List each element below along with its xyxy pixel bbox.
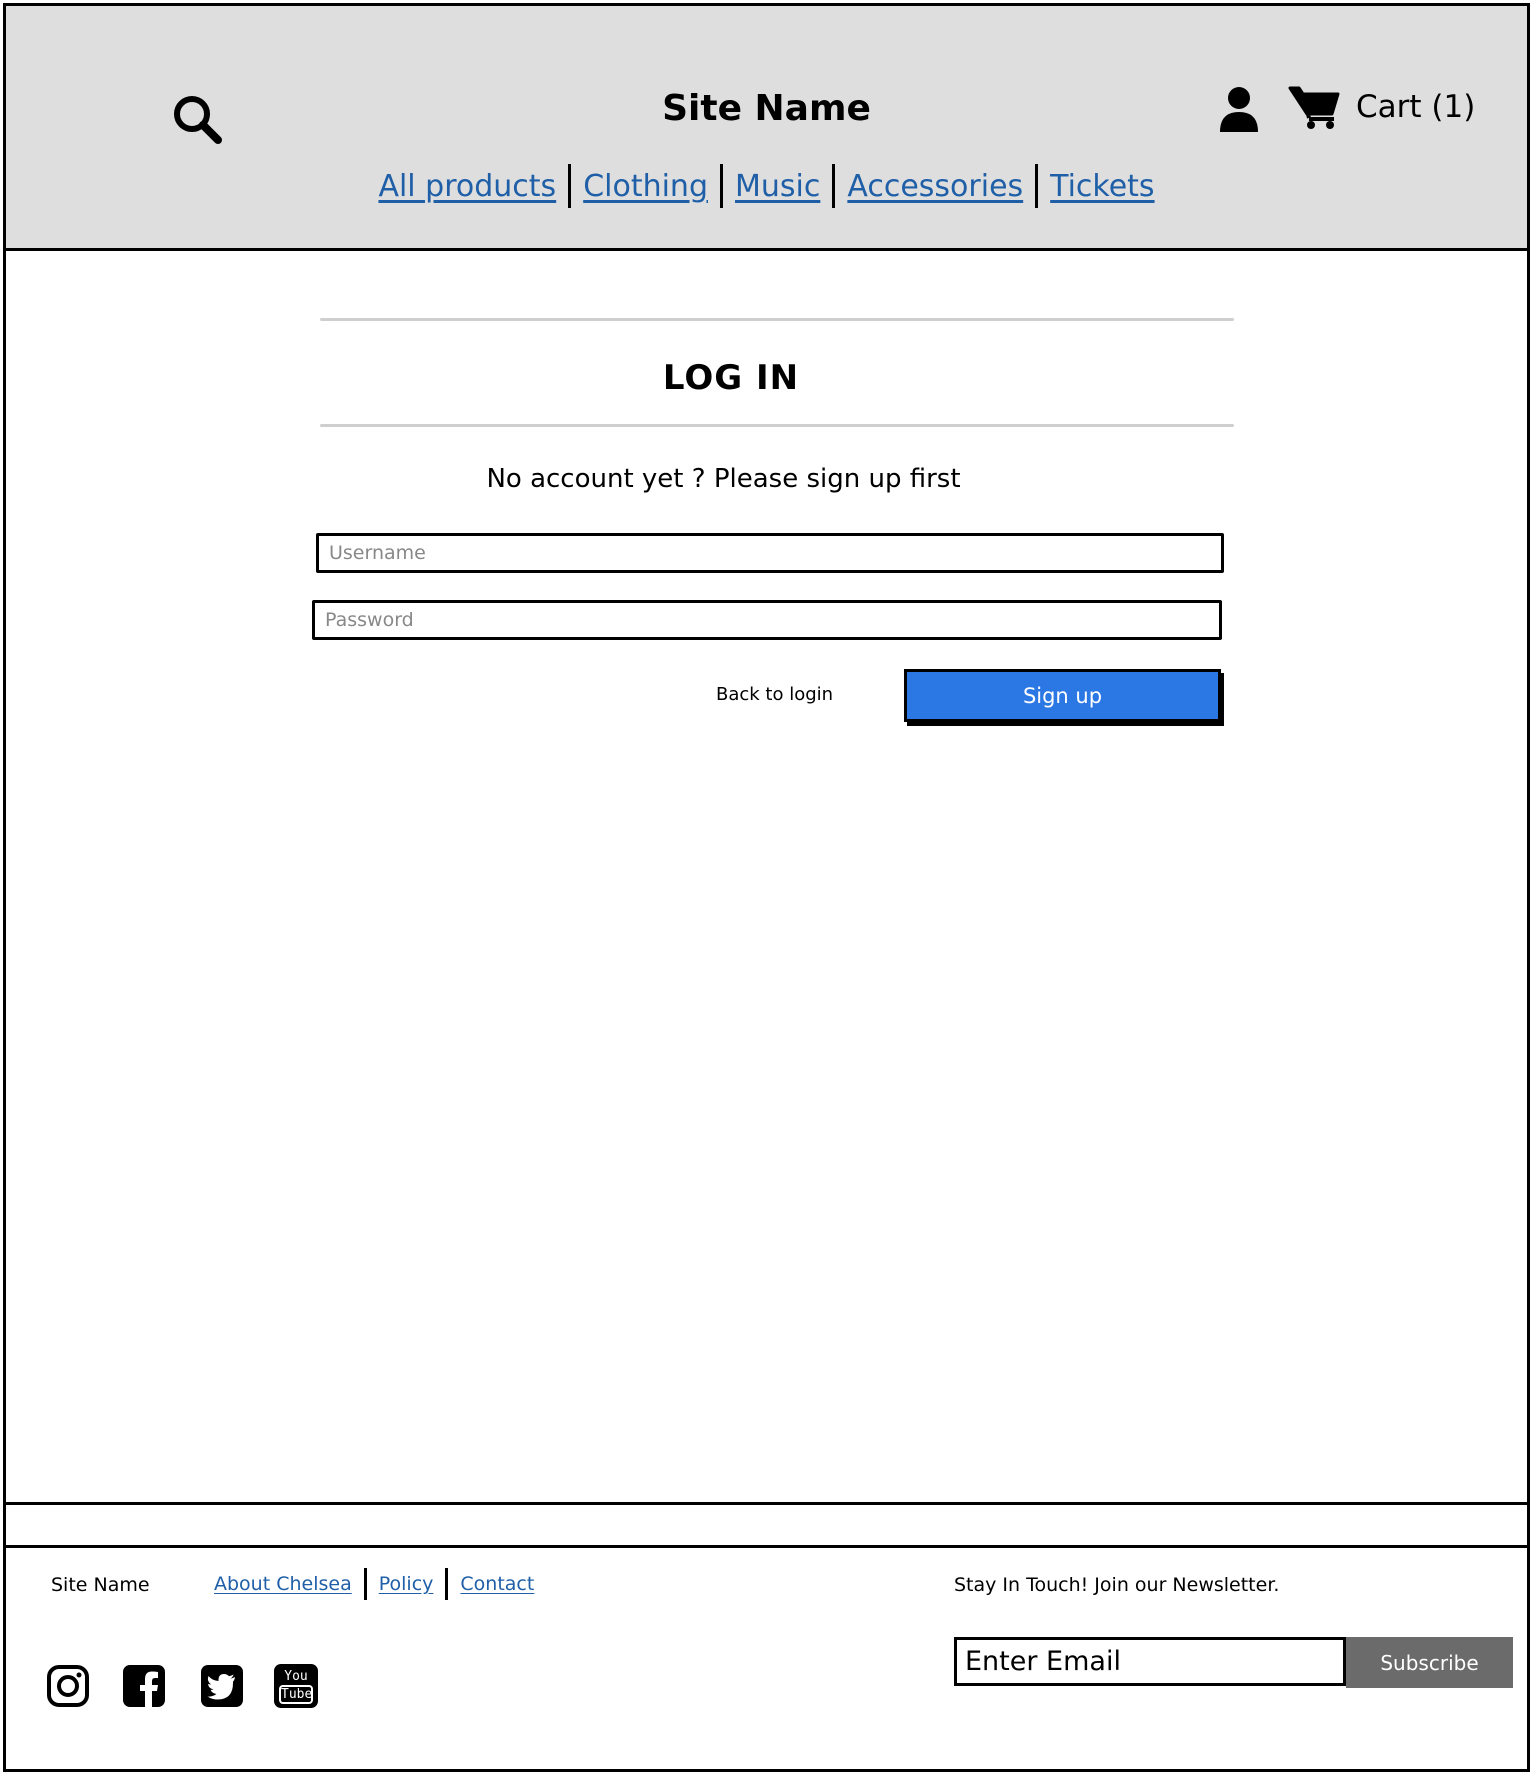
- footer-link-policy[interactable]: Policy: [379, 1573, 434, 1595]
- twitter-icon[interactable]: [200, 1664, 244, 1708]
- facebook-icon[interactable]: [122, 1664, 166, 1708]
- instagram-icon[interactable]: [46, 1664, 90, 1708]
- password-input[interactable]: Password: [312, 600, 1222, 640]
- username-input[interactable]: Username: [316, 533, 1224, 573]
- footer-links: About Chelsea Policy Contact: [214, 1568, 534, 1600]
- main-nav: All products Clothing Music Accessories …: [6, 164, 1527, 208]
- title-rule-bottom: [320, 424, 1234, 427]
- footer-site-name: Site Name: [51, 1574, 150, 1596]
- signup-hint: No account yet ? Please sign up first: [486, 464, 961, 494]
- nav-accessories[interactable]: Accessories: [847, 169, 1023, 204]
- nav-all-products[interactable]: All products: [378, 169, 556, 204]
- footer-divider-bar: [6, 1502, 1527, 1548]
- page-title: LOG IN: [662, 358, 800, 398]
- sign-up-button[interactable]: Sign up: [904, 669, 1221, 722]
- youtube-you-text: You: [284, 1669, 308, 1684]
- nav-divider: [720, 164, 723, 208]
- site-header: Site Name Cart (1) All products Clothing…: [6, 6, 1527, 251]
- nav-divider: [1035, 164, 1039, 208]
- subscribe-button[interactable]: Subscribe: [1346, 1637, 1513, 1688]
- email-input[interactable]: Enter Email: [954, 1637, 1346, 1686]
- nav-divider: [568, 164, 572, 208]
- youtube-icon[interactable]: You Tube: [274, 1664, 318, 1708]
- cart-button[interactable]: Cart (1): [1288, 84, 1475, 130]
- nav-clothing[interactable]: Clothing: [583, 169, 708, 204]
- nav-music[interactable]: Music: [735, 169, 820, 204]
- youtube-tube-text: Tube: [279, 1685, 313, 1704]
- newsletter-text: Stay In Touch! Join our Newsletter.: [954, 1574, 1280, 1596]
- nav-tickets[interactable]: Tickets: [1050, 169, 1154, 204]
- footer-link-divider: [445, 1568, 449, 1600]
- page-frame: Site Name Cart (1) All products Clothing…: [3, 3, 1530, 1772]
- footer-link-about[interactable]: About Chelsea: [214, 1573, 352, 1595]
- back-to-login-link[interactable]: Back to login: [716, 684, 833, 705]
- cart-icon: [1288, 86, 1340, 129]
- user-icon[interactable]: [1218, 86, 1260, 134]
- title-rule-top: [320, 318, 1234, 321]
- cart-label: Cart (1): [1356, 89, 1476, 125]
- nav-divider: [832, 164, 836, 208]
- footer-link-divider: [363, 1568, 367, 1600]
- footer-link-contact[interactable]: Contact: [460, 1573, 534, 1595]
